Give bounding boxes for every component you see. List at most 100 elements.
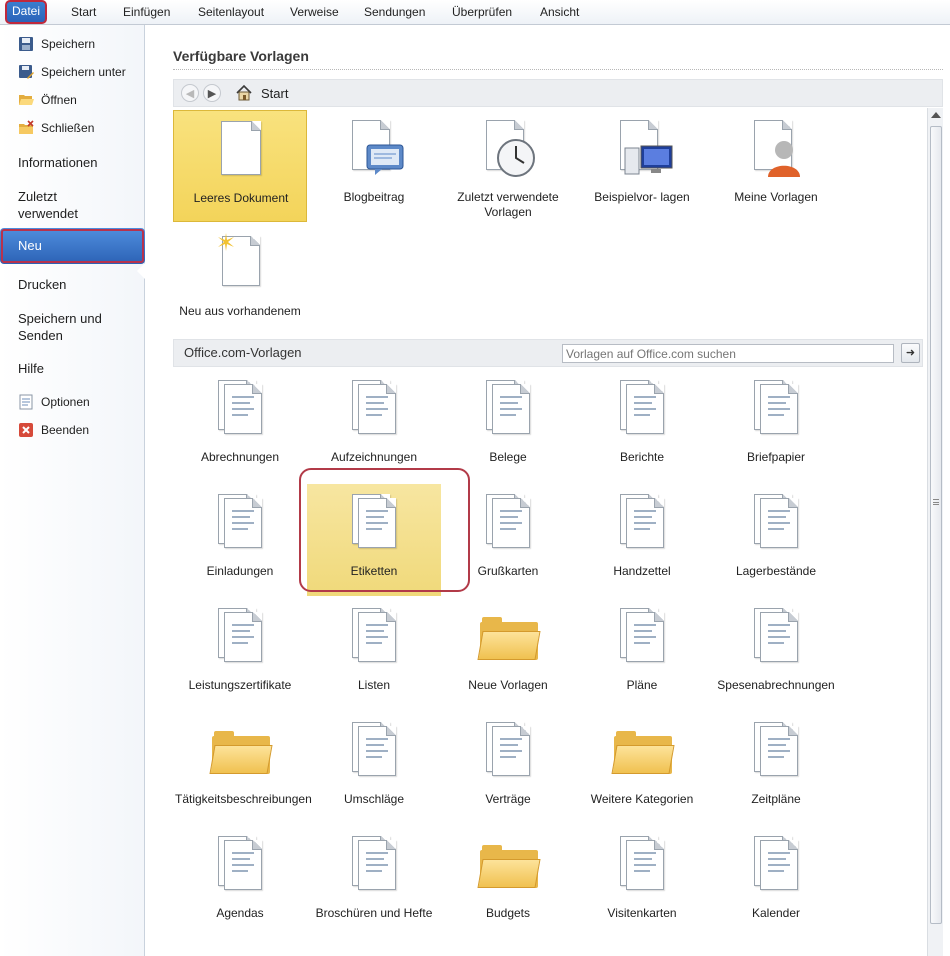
scroll-thumb[interactable] [930,126,942,924]
sidebar-item-label: Beenden [41,423,90,437]
sidebar-item-exit[interactable]: Beenden [0,417,145,443]
report-doc-icon [620,380,666,438]
template-contract-doc[interactable]: Verträge [441,712,575,824]
sidebar-item-print[interactable]: Drucken [0,276,145,293]
template-folder[interactable]: Neue Vorlagen [441,598,575,710]
tab-references[interactable]: Verweise [286,0,343,25]
arrow-right-icon: ➜ [905,347,916,359]
blog-post-icon [352,120,404,178]
template-my-templates[interactable]: Meine Vorlagen [709,110,843,222]
forward-arrow-icon[interactable]: ▶ [203,84,221,102]
scroll-up-icon[interactable] [931,112,941,118]
sidebar-item-save-send[interactable]: Speichern und Senden [0,310,110,344]
sidebar-item-close[interactable]: Schließen [0,115,145,141]
template-folder[interactable]: Tätigkeitsbeschreibungen [173,712,312,824]
template-receipt-doc[interactable]: Belege [441,370,575,482]
template-label: Leistungszertifikate [188,678,292,692]
template-label: Leeres Dokument [193,191,289,205]
tab-view[interactable]: Ansicht [536,0,583,25]
tab-insert[interactable]: Einfügen [119,0,174,25]
breadcrumb[interactable]: Start [261,86,288,101]
template-sample[interactable]: Beispielvor- lagen [575,110,709,222]
search-input[interactable] [562,344,894,363]
template-label: Abrechnungen [200,450,280,464]
template-label: Pläne [626,678,658,692]
home-icon[interactable] [235,84,253,102]
templates-panel: Verfügbare Vorlagen ◀ ▶ Start Leeres Dok… [146,25,950,956]
tab-file[interactable]: Datei [4,0,48,24]
section-title: Office.com-Vorlagen [184,345,302,360]
contract-doc-icon [486,722,532,780]
template-invitation-doc[interactable]: Einladungen [173,484,307,596]
template-checklist-doc[interactable]: Listen [307,598,441,710]
template-label: Aufzeichnungen [330,450,418,464]
tab-start[interactable]: Start [67,0,100,25]
template-label: Lagerbestände [735,564,817,578]
search-go-button[interactable]: ➜ [901,343,920,363]
sidebar-item-open[interactable]: Öffnen [0,87,145,113]
floppy-disk-icon [18,36,34,52]
template-flyer-doc[interactable]: Handzettel [575,484,709,596]
options-icon [18,394,34,410]
tab-review[interactable]: Überprüfen [448,0,516,25]
tab-mailings[interactable]: Sendungen [360,0,429,25]
records-doc-icon [352,380,398,438]
close-folder-icon [18,120,34,136]
template-blog-post[interactable]: Blogbeitrag [307,110,441,222]
sidebar-item-info[interactable]: Informationen [0,154,145,171]
back-arrow-icon[interactable]: ◀ [181,84,199,102]
tab-page-layout[interactable]: Seitenlayout [194,0,268,25]
invitation-doc-icon [218,494,264,552]
template-certificate-doc[interactable]: Leistungszertifikate [173,598,307,710]
backstage-sidebar: Speichern Speichern unter Öffnen Schließ… [0,25,146,956]
template-folder[interactable]: Budgets [441,826,575,938]
template-label: Spesenabrechnungen [717,678,835,692]
folder-icon [477,608,541,666]
sidebar-item-new[interactable]: Neu [0,228,145,264]
office-templates-bar: Office.com-Vorlagen ➜ [173,339,923,367]
sample-templates-icon [620,120,673,178]
template-agenda-doc[interactable]: Agendas [173,826,307,938]
folder-icon [611,722,675,780]
template-report-doc[interactable]: Berichte [575,370,709,482]
template-label: Neue Vorlagen [468,678,548,692]
sidebar-item-label: Optionen [41,395,90,409]
vertical-scrollbar[interactable] [927,108,943,956]
ribbon-tab-bar: Datei Start Einfügen Seitenlayout Verwei… [0,0,950,25]
template-folder[interactable]: Weitere Kategorien [575,712,709,824]
template-inventory-doc[interactable]: Lagerbestände [709,484,843,596]
template-invoice-doc[interactable]: Abrechnungen [173,370,307,482]
sidebar-item-label: Schließen [41,121,95,135]
sidebar-item-recent[interactable]: Zuletzt verwendet [0,188,90,222]
template-label: Agendas [216,906,264,920]
sidebar-item-save-as[interactable]: Speichern unter [0,59,145,85]
template-new-from-existing[interactable]: Neu aus vorhandenem [173,224,307,336]
open-folder-icon [18,92,34,108]
template-label: Blogbeitrag [343,190,405,204]
template-plans-doc[interactable]: Pläne [575,598,709,710]
calendar-doc-icon [754,836,800,894]
template-recent[interactable]: Zuletzt verwendete Vorlagen [441,110,575,222]
template-label: Handzettel [613,564,671,578]
template-calendar-doc[interactable]: Kalender [709,826,843,938]
sidebar-item-label: Öffnen [41,93,77,107]
template-schedule-doc[interactable]: Zeitpläne [709,712,843,824]
sidebar-item-save[interactable]: Speichern [0,31,145,57]
template-label: Budgets [485,906,531,920]
sidebar-item-options[interactable]: Optionen [0,389,145,415]
business-card-doc-icon [620,836,666,894]
template-expense-doc[interactable]: Spesenabrechnungen [709,598,843,710]
template-label: Visitenkarten [607,906,677,920]
page-title: Verfügbare Vorlagen [173,48,309,64]
template-letterhead-doc[interactable]: Briefpapier [709,370,843,482]
exit-icon [18,422,34,438]
template-envelope-doc[interactable]: Umschläge [307,712,441,824]
template-blank-document[interactable]: Leeres Dokument [173,110,307,222]
sidebar-item-help[interactable]: Hilfe [0,360,145,377]
template-records-doc[interactable]: Aufzeichnungen [307,370,441,482]
template-label: Verträge [485,792,531,806]
template-business-card-doc[interactable]: Visitenkarten [575,826,709,938]
template-label: Briefpapier [746,450,806,464]
template-label: Weitere Kategorien [590,792,694,806]
template-brochure-doc[interactable]: Broschüren und Hefte [307,826,441,938]
